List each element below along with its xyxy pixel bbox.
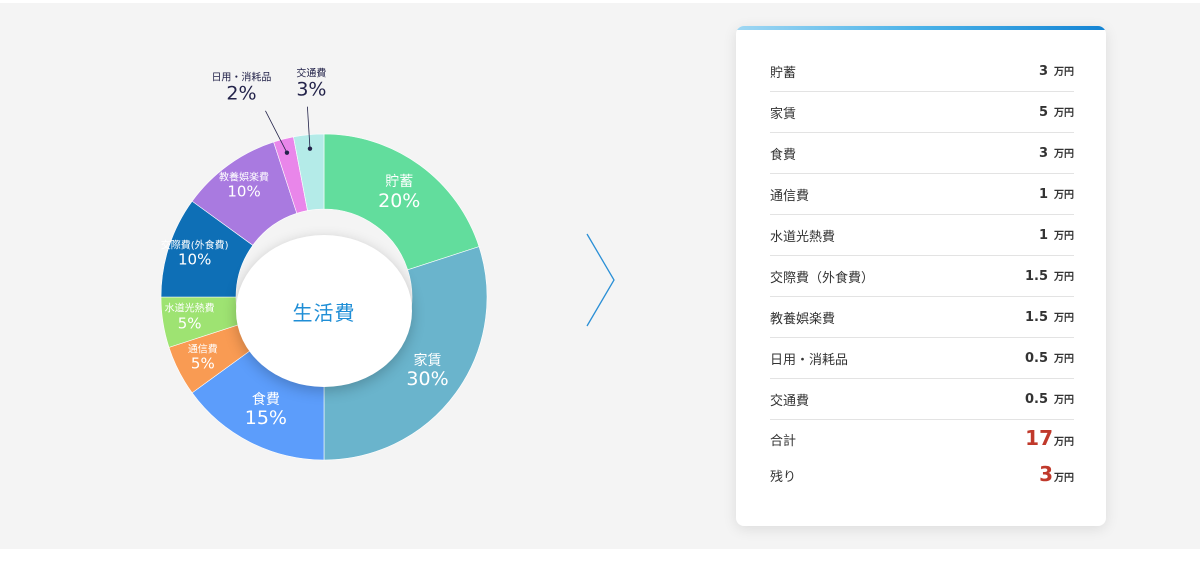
slice-percent: 5% [177,314,202,333]
stage: 貯蓄 20% 家賃 30% 食費 15% 通信費 5% 水道光熱費 5% 交際費(外食費) 10% 教養… [0,3,1200,549]
slice-name: 交際費(外食費) [160,240,229,252]
slice-label: 食費 15% [245,392,287,430]
budget-row-value-wrap: 1 万円 [1039,227,1074,243]
slice-percent: 10% [227,183,261,202]
budget-row-value-wrap: 0.5 万円 [1025,350,1074,366]
slice-label: 交通費 3% [296,68,326,101]
slice-label: 水道光熱費 5% [165,304,215,333]
budget-row-value: 1 [1038,187,1048,202]
remaining-label: 残り [770,470,797,485]
total-value-wrap: 17万円 [1025,426,1074,450]
budget-row: 日用・消耗品 0.5 万円 [770,338,1074,379]
budget-row: 交際費（外食費） 1.5 万円 [770,256,1074,297]
slice-label: 教養娯楽費 10% [219,173,269,202]
budget-row: 家賃 5 万円 [770,92,1074,133]
slice-name: 食費 [251,392,280,409]
budget-rows: 貯蓄 3 万円 家賃 5 万円 食費 3 万円 通信費 1 万円 水道光熱費 1 万円 交際費（外食費） 1.5… [770,51,1074,420]
budget-row-value: 3 [1038,146,1048,161]
slice-name: 水道光熱費 [164,303,215,315]
budget-row-unit: 万円 [1054,272,1074,283]
remaining-value: 3 [1039,462,1053,486]
budget-row-label: 交際費（外食費） [770,270,875,286]
slice-percent: 10% [177,251,212,270]
chevron-right-icon [586,233,615,327]
remaining-unit: 万円 [1054,473,1074,484]
budget-row: 貯蓄 3 万円 [770,51,1074,92]
budget-totals: 合計 17万円 残り 3万円 [770,426,1074,498]
panel-accent-bar [736,26,1106,30]
budget-row-label: 教養娯楽費 [770,311,836,327]
budget-row-label: 通信費 [770,188,810,204]
slice-label: 家賃 30% [406,353,448,391]
slice-label: 日用・消耗品 2% [211,72,271,105]
remaining-value-wrap: 3万円 [1039,462,1074,486]
budget-row-unit: 万円 [1054,231,1074,242]
budget-row-unit: 万円 [1054,395,1074,406]
slice-label: 交際費(外食費) 10% [161,241,229,270]
budget-row-value-wrap: 3 万円 [1039,63,1074,79]
slice-percent: 30% [406,368,449,391]
slice-name: 交通費 [296,68,327,80]
budget-row-value: 5 [1038,105,1048,120]
remaining-row: 残り 3万円 [770,462,1074,498]
total-value: 17 [1025,426,1053,450]
slice-percent: 5% [190,354,215,373]
slice-label: 通信費 5% [188,344,218,373]
budget-row-label: 水道光熱費 [770,229,836,245]
budget-row-label: 家賃 [770,106,797,122]
budget-panel: 貯蓄 3 万円 家賃 5 万円 食費 3 万円 通信費 1 万円 水道光熱費 1 万円 交際費（外食費） 1.5… [736,26,1106,526]
slice-name: 教養娯楽費 [219,172,270,184]
leader-dot [284,150,290,155]
budget-row-value-wrap: 1.5 万円 [1025,309,1074,325]
slice-label: 貯蓄 20% [378,174,420,212]
budget-row-value: 3 [1038,64,1048,79]
budget-row-label: 食費 [770,147,797,163]
slice-name: 日用・消耗品 [211,72,272,84]
budget-row-label: 貯蓄 [770,65,797,81]
budget-row: 通信費 1 万円 [770,174,1074,215]
budget-row-unit: 万円 [1054,67,1074,78]
budget-row-value-wrap: 1.5 万円 [1025,268,1074,284]
donut-center: 生活費 [236,235,412,387]
budget-row: 交通費 0.5 万円 [770,379,1074,420]
total-label: 合計 [770,434,797,449]
budget-row-value: 1 [1038,228,1048,243]
budget-row-unit: 万円 [1054,354,1074,365]
slice-percent: 20% [378,189,421,212]
slice-name: 貯蓄 [385,174,414,191]
budget-row-value-wrap: 0.5 万円 [1025,391,1074,407]
budget-row-unit: 万円 [1054,149,1074,160]
budget-row-label: 日用・消耗品 [770,352,849,368]
budget-row-value: 1.5 [1024,269,1048,284]
budget-row-value: 0.5 [1024,351,1048,366]
slice-percent: 15% [244,407,287,430]
slice-name: 家賃 [413,353,442,370]
slice-name: 通信費 [187,344,218,356]
budget-row-value-wrap: 1 万円 [1039,186,1074,202]
budget-row-label: 交通費 [770,393,810,409]
budget-row-unit: 万円 [1054,313,1074,324]
center-label: 生活費 [292,300,356,325]
budget-row-value-wrap: 3 万円 [1039,145,1074,161]
budget-row: 食費 3 万円 [770,133,1074,174]
budget-row: 水道光熱費 1 万円 [770,215,1074,256]
budget-row: 教養娯楽費 1.5 万円 [770,297,1074,338]
budget-row-unit: 万円 [1054,190,1074,201]
leader-dot [307,146,313,151]
slice-percent: 2% [226,82,257,105]
budget-row-value-wrap: 5 万円 [1039,104,1074,120]
budget-row-unit: 万円 [1054,108,1074,119]
budget-row-value: 0.5 [1024,392,1048,407]
total-row: 合計 17万円 [770,426,1074,462]
total-unit: 万円 [1054,437,1074,448]
slice-percent: 3% [296,78,327,101]
budget-row-value: 1.5 [1024,310,1048,325]
